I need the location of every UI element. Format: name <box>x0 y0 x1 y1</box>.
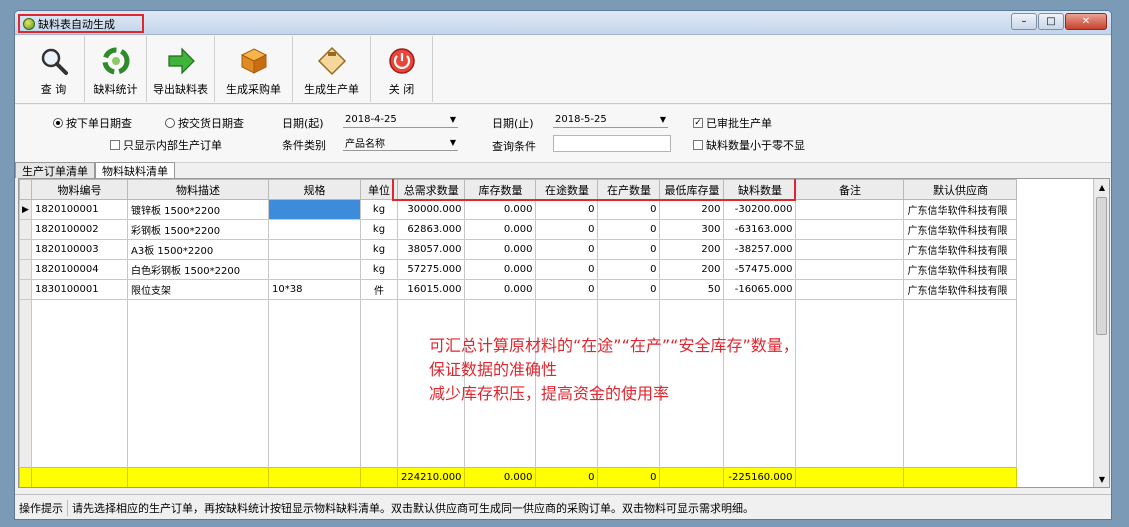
internal-only-checkbox[interactable]: 只显示内部生产订单 <box>110 137 222 153</box>
column-header[interactable]: 规格 <box>268 179 361 200</box>
power-icon <box>386 45 418 77</box>
table-row[interactable]: 1820100002 彩钢板 1500*2200 kg 62863.000 0.… <box>19 219 1018 240</box>
status-label: 操作提示 <box>19 499 68 516</box>
tab-production-orders[interactable]: 生产订单清单 <box>15 162 95 178</box>
status-message: 请先选择相应的生产订单，再按缺料统计按钮显示物料缺料清单。双击默认供应商可生成同… <box>72 501 754 515</box>
toolbar: 查 询 缺料统计 导出缺料表 生成采购单 生成生产单 关 闭 <box>15 36 1111 104</box>
clipboard-icon <box>316 45 348 77</box>
column-header[interactable]: 在途数量 <box>535 179 599 200</box>
radio-delivery-date[interactable]: 按交货日期查 <box>165 115 244 131</box>
date-from-picker[interactable]: 2018-4-25 ▼ <box>343 112 458 128</box>
total-shortage: -225160.000 <box>723 467 797 487</box>
tab-material-shortage[interactable]: 物料缺料清单 <box>95 162 175 178</box>
window-title-text: 缺料表自动生成 <box>38 17 115 31</box>
table-row[interactable]: 1830100001 限位支架 10*38 件 16015.000 0.000 … <box>19 279 1018 300</box>
shortage-stats-button[interactable]: 缺料统计 <box>85 36 147 102</box>
column-header[interactable]: 缺料数量 <box>723 179 797 200</box>
total-in-production: 0 <box>597 467 661 487</box>
recycle-icon <box>100 45 132 77</box>
category-select[interactable]: 产品名称 ▼ <box>343 135 458 151</box>
main-window: 缺料表自动生成 – □ ✕ 查 询 缺料统计 导出缺料表 生成采购单 生成生产单… <box>14 10 1112 520</box>
table-row[interactable]: 1820100004 白色彩钢板 1500*2200 kg 57275.000 … <box>19 259 1018 280</box>
minimize-button[interactable]: – <box>1011 13 1037 30</box>
total-stock: 0.000 <box>464 467 537 487</box>
checkmark-icon: ✓ <box>693 117 703 128</box>
totals-row: 224210.000 0.000 0 0 -225160.000 <box>19 467 1018 487</box>
column-header[interactable]: 备注 <box>795 179 905 200</box>
radio-order-date[interactable]: 按下单日期查 <box>53 115 132 131</box>
query-button[interactable]: 查 询 <box>23 36 85 102</box>
total-in-transit: 0 <box>535 467 599 487</box>
table-header: 物料编号 物料描述 规格 单位 总需求数量 库存数量 在途数量 在产数量 最低库… <box>19 179 1018 200</box>
condition-input[interactable] <box>553 135 671 152</box>
generate-purchase-order-button[interactable]: 生成采购单 <box>215 36 293 102</box>
column-header[interactable]: 单位 <box>360 179 398 200</box>
title-bar: 缺料表自动生成 – □ ✕ <box>15 11 1111 35</box>
green-arrow-icon <box>165 45 197 77</box>
scroll-down-icon[interactable]: ▼ <box>1094 471 1109 487</box>
window-title: 缺料表自动生成 <box>18 14 144 33</box>
table-row[interactable]: 1820100003 A3板 1500*2200 kg 38057.000 0.… <box>19 239 1018 260</box>
export-shortage-button[interactable]: 导出缺料表 <box>147 36 215 102</box>
approved-checkbox[interactable]: ✓ 已审批生产单 <box>693 115 772 131</box>
column-header[interactable]: 总需求数量 <box>396 179 466 200</box>
column-header[interactable]: 库存数量 <box>464 179 537 200</box>
annotation-text: 可汇总计算原材料的“在途”“在产”“安全库存”数量， 保证数据的准确性 减少库存… <box>429 336 799 403</box>
hide-negative-checkbox[interactable]: 缺料数量小于零不显 <box>693 137 805 153</box>
scroll-thumb[interactable] <box>1096 197 1107 335</box>
scroll-up-icon[interactable]: ▲ <box>1094 179 1109 195</box>
shortage-grid: 物料编号 物料描述 规格 单位 总需求数量 库存数量 在途数量 在产数量 最低库… <box>18 178 1110 488</box>
package-icon <box>238 45 270 77</box>
column-header[interactable]: 在产数量 <box>597 179 661 200</box>
category-label: 条件类别 <box>282 139 326 152</box>
checkbox-icon <box>693 140 703 150</box>
date-to-picker[interactable]: 2018-5-25 ▼ <box>553 112 668 128</box>
selected-cell[interactable] <box>268 199 361 220</box>
column-header[interactable]: 默认供应商 <box>903 179 1018 200</box>
current-row-indicator-icon: ▶ <box>19 199 32 220</box>
condition-label: 查询条件 <box>492 140 536 153</box>
filter-panel: 按下单日期查 按交货日期查 只显示内部生产订单 日期(起) 2018-4-25 ▼… <box>15 105 1111 163</box>
close-window-button[interactable]: ✕ <box>1065 13 1107 30</box>
tab-bar: 生产订单清单 物料缺料清单 <box>15 162 175 178</box>
date-from-label: 日期(起) <box>282 117 324 130</box>
dropdown-arrow-icon: ▼ <box>449 138 456 147</box>
column-header[interactable]: 物料描述 <box>127 179 269 200</box>
maximize-button[interactable]: □ <box>1038 13 1064 30</box>
magnifier-icon <box>38 45 70 77</box>
app-icon <box>23 17 35 30</box>
generate-production-order-button[interactable]: 生成生产单 <box>293 36 371 102</box>
column-header[interactable]: 最低库存量 <box>659 179 725 200</box>
dropdown-arrow-icon: ▼ <box>449 115 456 124</box>
total-demand: 224210.000 <box>396 467 466 487</box>
date-to-label: 日期(止) <box>492 117 534 130</box>
radio-checked-icon <box>53 118 63 128</box>
table-row[interactable]: ▶ 1820100001 镀锌板 1500*2200 kg 30000.000 … <box>19 199 1018 220</box>
vertical-scrollbar[interactable]: ▲ ▼ <box>1093 179 1109 487</box>
dropdown-arrow-icon: ▼ <box>659 115 666 124</box>
status-bar: 操作提示 请先选择相应的生产订单，再按缺料统计按钮显示物料缺料清单。双击默认供应… <box>15 494 1111 519</box>
column-header[interactable]: 物料编号 <box>31 179 128 200</box>
radio-unchecked-icon <box>165 118 175 128</box>
checkbox-icon <box>110 140 120 150</box>
close-button[interactable]: 关 闭 <box>371 36 433 102</box>
